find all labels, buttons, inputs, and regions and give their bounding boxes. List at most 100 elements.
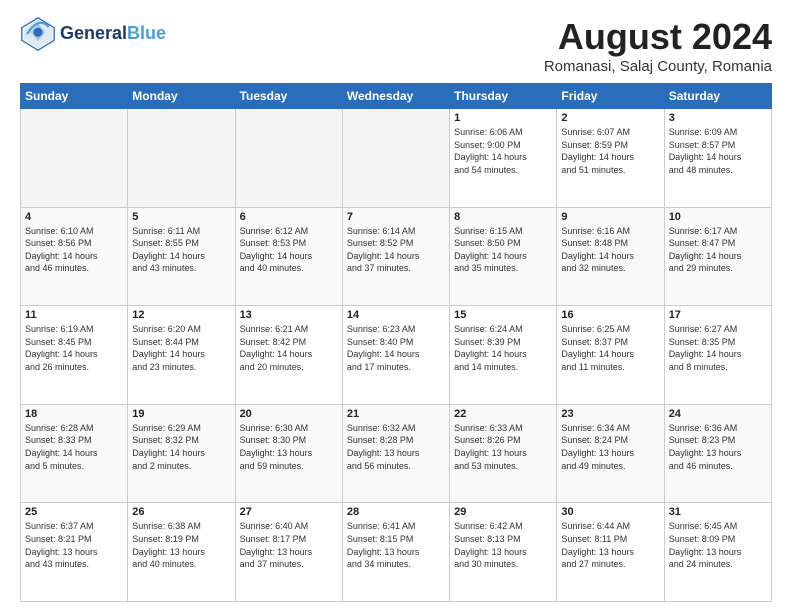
day-number: 6: [240, 211, 338, 223]
day-info: Sunrise: 6:17 AM Sunset: 8:47 PM Dayligh…: [669, 225, 767, 275]
day-number: 25: [25, 506, 123, 518]
calendar-empty: [21, 109, 128, 208]
calendar-day-29: 29 Sunrise: 6:42 AM Sunset: 8:13 PM Dayli…: [450, 503, 557, 602]
calendar-empty: [235, 109, 342, 208]
column-header-tuesday: Tuesday: [235, 84, 342, 109]
calendar: SundayMondayTuesdayWednesdayThursdayFrid…: [20, 83, 772, 602]
day-number: 10: [669, 211, 767, 223]
day-number: 14: [347, 309, 445, 321]
day-number: 29: [454, 506, 552, 518]
day-info: Sunrise: 6:14 AM Sunset: 8:52 PM Dayligh…: [347, 225, 445, 275]
day-info: Sunrise: 6:40 AM Sunset: 8:17 PM Dayligh…: [240, 520, 338, 570]
calendar-day-19: 19Sunrise: 6:29 AM Sunset: 8:32 PM Dayli…: [128, 404, 235, 503]
calendar-week-2: 4Sunrise: 6:10 AM Sunset: 8:56 PM Daylig…: [21, 207, 772, 306]
column-header-sunday: Sunday: [21, 84, 128, 109]
day-number: 15: [454, 309, 552, 321]
day-number: 13: [240, 309, 338, 321]
day-number: 27: [240, 506, 338, 518]
page: GeneralBlue August 2024 Romanasi, Salaj …: [0, 0, 792, 612]
calendar-day-18: 18 Sunrise: 6:28 AM Sunset: 8:33 PM Dayli…: [21, 404, 128, 503]
logo: GeneralBlue: [20, 16, 166, 52]
calendar-day-10: 10 Sunrise: 6:17 AM Sunset: 8:47 PM Dayli…: [664, 207, 771, 306]
calendar-day-26: 26Sunrise: 6:38 AM Sunset: 8:19 PM Dayli…: [128, 503, 235, 602]
calendar-day-7: 7 Sunrise: 6:14 AM Sunset: 8:52 PM Daylig…: [342, 207, 449, 306]
column-header-thursday: Thursday: [450, 84, 557, 109]
day-info: Sunrise: 6:37 AM Sunset: 8:21 PM Dayligh…: [25, 520, 123, 570]
day-info: Sunrise: 6:24 AM Sunset: 8:39 PM Dayligh…: [454, 323, 552, 373]
day-number: 30: [561, 506, 659, 518]
day-info: Sunrise: 6:16 AM Sunset: 8:48 PM Dayligh…: [561, 225, 659, 275]
day-number: 12: [132, 309, 230, 321]
calendar-day-23: 23 Sunrise: 6:34 AM Sunset: 8:24 PM Dayli…: [557, 404, 664, 503]
calendar-week-4: 18 Sunrise: 6:28 AM Sunset: 8:33 PM Dayli…: [21, 404, 772, 503]
day-info: Sunrise: 6:28 AM Sunset: 8:33 PM Dayligh…: [25, 422, 123, 472]
calendar-day-30: 30Sunrise: 6:44 AM Sunset: 8:11 PM Dayli…: [557, 503, 664, 602]
day-info: Sunrise: 6:36 AM Sunset: 8:23 PM Dayligh…: [669, 422, 767, 472]
day-number: 26: [132, 506, 230, 518]
day-number: 7: [347, 211, 445, 223]
day-number: 8: [454, 211, 552, 223]
day-info: Sunrise: 6:42 AM Sunset: 8:13 PM Dayligh…: [454, 520, 552, 570]
day-info: Sunrise: 6:15 AM Sunset: 8:50 PM Dayligh…: [454, 225, 552, 275]
calendar-day-28: 28 Sunrise: 6:41 AM Sunset: 8:15 PM Dayli…: [342, 503, 449, 602]
day-number: 5: [132, 211, 230, 223]
calendar-day-22: 22 Sunrise: 6:33 AM Sunset: 8:26 PM Dayli…: [450, 404, 557, 503]
day-number: 17: [669, 309, 767, 321]
day-info: Sunrise: 6:27 AM Sunset: 8:35 PM Dayligh…: [669, 323, 767, 373]
day-number: 22: [454, 408, 552, 420]
logo-text-block: GeneralBlue: [60, 24, 166, 44]
column-header-friday: Friday: [557, 84, 664, 109]
day-number: 4: [25, 211, 123, 223]
day-info: Sunrise: 6:30 AM Sunset: 8:30 PM Dayligh…: [240, 422, 338, 472]
calendar-day-17: 17 Sunrise: 6:27 AM Sunset: 8:35 PM Dayli…: [664, 306, 771, 405]
day-info: Sunrise: 6:45 AM Sunset: 8:09 PM Dayligh…: [669, 520, 767, 570]
calendar-day-3: 3Sunrise: 6:09 AM Sunset: 8:57 PM Daylig…: [664, 109, 771, 208]
day-number: 19: [132, 408, 230, 420]
calendar-day-27: 27 Sunrise: 6:40 AM Sunset: 8:17 PM Dayli…: [235, 503, 342, 602]
title-area: August 2024 Romanasi, Salaj County, Roma…: [544, 16, 772, 75]
calendar-header-row: SundayMondayTuesdayWednesdayThursdayFrid…: [21, 84, 772, 109]
calendar-empty: [342, 109, 449, 208]
day-number: 28: [347, 506, 445, 518]
day-info: Sunrise: 6:07 AM Sunset: 8:59 PM Dayligh…: [561, 126, 659, 176]
calendar-day-9: 9 Sunrise: 6:16 AM Sunset: 8:48 PM Daylig…: [557, 207, 664, 306]
day-number: 20: [240, 408, 338, 420]
calendar-day-24: 24Sunrise: 6:36 AM Sunset: 8:23 PM Dayli…: [664, 404, 771, 503]
day-info: Sunrise: 6:20 AM Sunset: 8:44 PM Dayligh…: [132, 323, 230, 373]
day-info: Sunrise: 6:11 AM Sunset: 8:55 PM Dayligh…: [132, 225, 230, 275]
day-number: 2: [561, 112, 659, 124]
day-info: Sunrise: 6:23 AM Sunset: 8:40 PM Dayligh…: [347, 323, 445, 373]
calendar-week-3: 11 Sunrise: 6:19 AM Sunset: 8:45 PM Dayli…: [21, 306, 772, 405]
calendar-day-6: 6Sunrise: 6:12 AM Sunset: 8:53 PM Daylig…: [235, 207, 342, 306]
day-info: Sunrise: 6:32 AM Sunset: 8:28 PM Dayligh…: [347, 422, 445, 472]
calendar-day-21: 21 Sunrise: 6:32 AM Sunset: 8:28 PM Dayli…: [342, 404, 449, 503]
day-info: Sunrise: 6:33 AM Sunset: 8:26 PM Dayligh…: [454, 422, 552, 472]
calendar-day-8: 8 Sunrise: 6:15 AM Sunset: 8:50 PM Daylig…: [450, 207, 557, 306]
column-header-wednesday: Wednesday: [342, 84, 449, 109]
calendar-day-16: 16 Sunrise: 6:25 AM Sunset: 8:37 PM Dayli…: [557, 306, 664, 405]
calendar-day-2: 2 Sunrise: 6:07 AM Sunset: 8:59 PM Daylig…: [557, 109, 664, 208]
day-info: Sunrise: 6:25 AM Sunset: 8:37 PM Dayligh…: [561, 323, 659, 373]
location: Romanasi, Salaj County, Romania: [544, 58, 772, 75]
day-info: Sunrise: 6:06 AM Sunset: 9:00 PM Dayligh…: [454, 126, 552, 176]
day-number: 9: [561, 211, 659, 223]
day-number: 18: [25, 408, 123, 420]
day-number: 1: [454, 112, 552, 124]
column-header-saturday: Saturday: [664, 84, 771, 109]
day-number: 3: [669, 112, 767, 124]
day-info: Sunrise: 6:34 AM Sunset: 8:24 PM Dayligh…: [561, 422, 659, 472]
logo-icon: [20, 16, 56, 52]
column-header-monday: Monday: [128, 84, 235, 109]
day-number: 21: [347, 408, 445, 420]
logo-text: GeneralBlue: [60, 24, 166, 44]
calendar-day-20: 20 Sunrise: 6:30 AM Sunset: 8:30 PM Dayli…: [235, 404, 342, 503]
day-number: 16: [561, 309, 659, 321]
calendar-day-5: 5 Sunrise: 6:11 AM Sunset: 8:55 PM Daylig…: [128, 207, 235, 306]
day-info: Sunrise: 6:41 AM Sunset: 8:15 PM Dayligh…: [347, 520, 445, 570]
calendar-day-1: 1 Sunrise: 6:06 AM Sunset: 9:00 PM Daylig…: [450, 109, 557, 208]
day-number: 23: [561, 408, 659, 420]
day-info: Sunrise: 6:19 AM Sunset: 8:45 PM Dayligh…: [25, 323, 123, 373]
calendar-week-5: 25 Sunrise: 6:37 AM Sunset: 8:21 PM Dayli…: [21, 503, 772, 602]
day-number: 11: [25, 309, 123, 321]
calendar-day-15: 15 Sunrise: 6:24 AM Sunset: 8:39 PM Dayli…: [450, 306, 557, 405]
